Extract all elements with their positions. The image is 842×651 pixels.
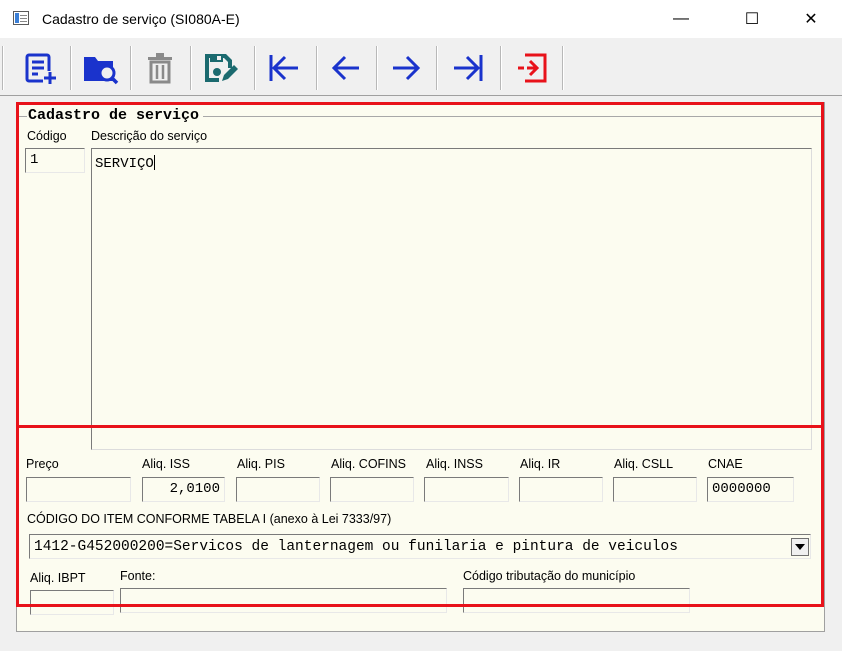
first-record-icon: [269, 55, 298, 81]
toolbar-separator: [562, 46, 564, 90]
aliq-ibpt-label: Aliq. IBPT: [30, 571, 86, 585]
aliq-ibpt-field[interactable]: [30, 590, 114, 615]
chevron-down-icon: [795, 544, 805, 550]
cnae-label: CNAE: [708, 457, 743, 471]
preco-label: Preço: [26, 457, 59, 471]
toolbar-separator: [2, 46, 4, 90]
previous-record-button[interactable]: [318, 44, 374, 92]
maximize-icon: ☐: [744, 11, 760, 28]
descricao-label: Descrição do serviço: [91, 129, 208, 143]
aliq-pis-field[interactable]: [236, 477, 320, 502]
save-edit-icon: [205, 54, 238, 82]
text-caret: [153, 155, 155, 170]
aliq-csll-label: Aliq. CSLL: [614, 457, 674, 471]
codigo-item-select[interactable]: 1412-G452000200=Servicos de lanternagem …: [29, 534, 811, 559]
aliq-inss-label: Aliq. INSS: [426, 457, 483, 471]
save-button[interactable]: [192, 44, 248, 92]
new-record-icon: [25, 53, 57, 85]
descricao-text: SERVIÇO: [95, 156, 154, 172]
search-button[interactable]: [72, 44, 128, 92]
app-icon: [13, 11, 29, 25]
last-record-icon: [454, 55, 483, 81]
codigo-item-value: 1412-G452000200=Servicos de lanternagem …: [34, 539, 678, 555]
close-button[interactable]: ✕: [788, 0, 834, 38]
search-folder-icon: [84, 57, 119, 85]
previous-record-icon: [331, 55, 359, 81]
title-bar: Cadastro de serviço (SI080A-E) — ☐ ✕: [0, 0, 842, 38]
toolbar-separator: [500, 46, 502, 90]
aliq-csll-field[interactable]: [613, 477, 697, 502]
window-title: Cadastro de serviço (SI080A-E): [42, 11, 240, 27]
aliq-cofins-field[interactable]: [330, 477, 414, 502]
aliq-ir-label: Aliq. IR: [520, 457, 561, 471]
aliq-pis-label: Aliq. PIS: [237, 457, 285, 471]
aliq-ir-field[interactable]: [519, 477, 603, 502]
descricao-field[interactable]: SERVIÇO: [91, 148, 812, 450]
delete-button[interactable]: [132, 44, 188, 92]
cnae-field[interactable]: 0000000: [707, 477, 794, 502]
aliq-inss-field[interactable]: [424, 477, 509, 502]
codigo-tributacao-label: Código tributação do município: [463, 569, 636, 583]
maximize-button[interactable]: ☐: [729, 0, 775, 38]
new-record-button[interactable]: [12, 44, 68, 92]
next-record-button[interactable]: [378, 44, 434, 92]
aliq-iss-field[interactable]: 2,0100: [142, 477, 225, 502]
codigo-item-label: CÓDIGO DO ITEM CONFORME TABELA I (anexo …: [27, 512, 392, 526]
last-record-button[interactable]: [440, 44, 496, 92]
aliq-cofins-label: Aliq. COFINS: [331, 457, 407, 471]
first-record-button[interactable]: [256, 44, 312, 92]
codigo-tributacao-field[interactable]: [463, 588, 690, 613]
fonte-label: Fonte:: [120, 569, 156, 583]
codigo-field[interactable]: 1: [25, 148, 85, 173]
toolbar-separator: [436, 46, 438, 90]
minimize-button[interactable]: —: [658, 0, 704, 38]
minimize-icon: —: [673, 10, 689, 27]
preco-field[interactable]: [26, 477, 131, 502]
next-record-icon: [393, 55, 421, 81]
dropdown-button[interactable]: [791, 538, 809, 556]
trash-icon: [148, 53, 172, 84]
fonte-field[interactable]: [120, 588, 447, 613]
toolbar: [0, 40, 842, 96]
exit-icon: [518, 53, 547, 83]
close-icon: ✕: [804, 11, 818, 28]
codigo-label: Código: [27, 129, 67, 143]
aliq-iss-label: Aliq. ISS: [142, 457, 190, 471]
group-title: Cadastro de serviço: [27, 107, 204, 124]
exit-button[interactable]: [504, 44, 560, 92]
